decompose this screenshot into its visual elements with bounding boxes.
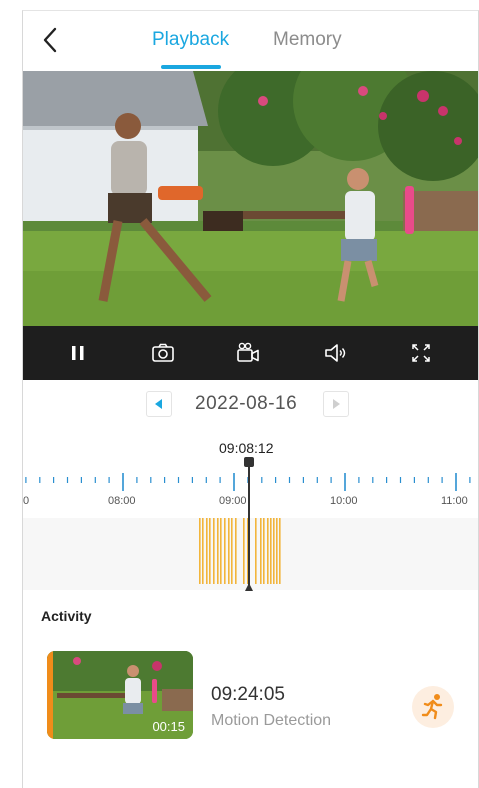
triangle-left-icon — [155, 399, 162, 409]
triangle-right-icon — [333, 399, 340, 409]
motion-event-marker[interactable] — [209, 518, 211, 584]
record-video-icon — [237, 342, 259, 362]
running-person-icon — [421, 694, 443, 720]
motion-event-marker[interactable] — [235, 518, 237, 584]
playback-timeline[interactable]: 09:08:12 0 08:00 09:00 10:00 11:00 — [23, 430, 478, 591]
motion-event-marker[interactable] — [270, 518, 272, 584]
activity-type: Motion Detection — [211, 712, 332, 729]
fullscreen-icon — [412, 344, 430, 362]
motion-event-marker[interactable] — [276, 518, 278, 584]
record-button[interactable] — [235, 340, 261, 366]
active-tab-indicator — [161, 65, 221, 69]
activity-time: 09:24:05 — [211, 684, 285, 705]
motion-event-marker[interactable] — [199, 518, 201, 584]
snapshot-camera-icon — [152, 343, 174, 362]
motion-event-marker[interactable] — [202, 518, 204, 584]
motion-badge — [412, 686, 454, 728]
motion-event-marker[interactable] — [279, 518, 281, 584]
motion-event-marker[interactable] — [273, 518, 275, 584]
back-button[interactable] — [37, 25, 67, 55]
app-frame: Playback Memory 2022-08-16 09:08:12 0 08… — [22, 10, 479, 788]
snapshot-button[interactable] — [150, 340, 176, 366]
previous-day-button[interactable] — [146, 391, 172, 417]
motion-event-marker[interactable] — [217, 518, 219, 584]
player-controls — [23, 326, 478, 380]
hour-label: 08:00 — [108, 495, 136, 507]
pause-button[interactable] — [65, 340, 91, 366]
hour-label: 0 — [23, 495, 30, 507]
tab-playback[interactable]: Playback — [152, 29, 229, 51]
hour-label: 10:00 — [330, 495, 358, 507]
video-player[interactable] — [23, 71, 478, 326]
current-date[interactable]: 2022-08-16 — [195, 393, 297, 415]
motion-event-marker[interactable] — [231, 518, 233, 584]
activity-item[interactable]: 00:15 09:24:05 Motion Detection — [43, 651, 463, 743]
clip-duration: 00:15 — [152, 719, 185, 734]
motion-event-marker[interactable] — [263, 518, 265, 584]
motion-event-marker[interactable] — [267, 518, 269, 584]
tab-memory[interactable]: Memory — [273, 29, 342, 51]
fullscreen-button[interactable] — [408, 340, 434, 366]
volume-icon — [325, 344, 346, 362]
video-frame-image — [23, 71, 478, 326]
volume-button[interactable] — [322, 340, 348, 366]
motion-event-marker[interactable] — [220, 518, 222, 584]
next-day-button[interactable] — [323, 391, 349, 417]
motion-event-marker[interactable] — [224, 518, 226, 584]
date-navigator: 2022-08-16 — [23, 380, 478, 431]
activity-thumbnail: 00:15 — [47, 651, 193, 739]
playhead[interactable] — [239, 430, 259, 591]
hour-label: 11:00 — [441, 495, 468, 507]
activity-heading: Activity — [41, 608, 92, 624]
motion-event-marker[interactable] — [228, 518, 230, 584]
pause-icon — [72, 346, 84, 360]
top-bar: Playback Memory — [23, 11, 478, 71]
chevron-left-icon — [43, 27, 57, 53]
motion-event-marker[interactable] — [260, 518, 262, 584]
motion-event-marker[interactable] — [206, 518, 208, 584]
motion-event-marker[interactable] — [213, 518, 215, 584]
